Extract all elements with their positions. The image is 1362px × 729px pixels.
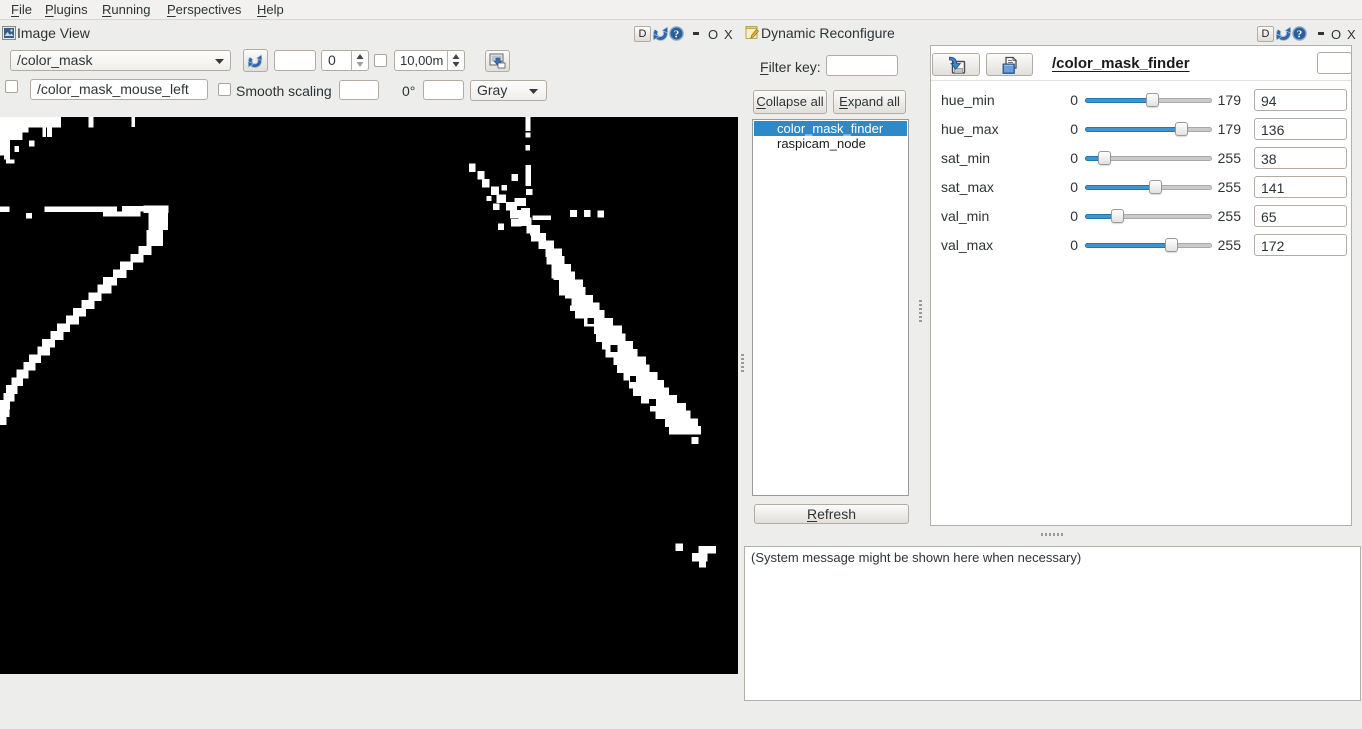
svg-text:?: ? [1297, 28, 1303, 40]
svg-text:?: ? [674, 28, 680, 40]
